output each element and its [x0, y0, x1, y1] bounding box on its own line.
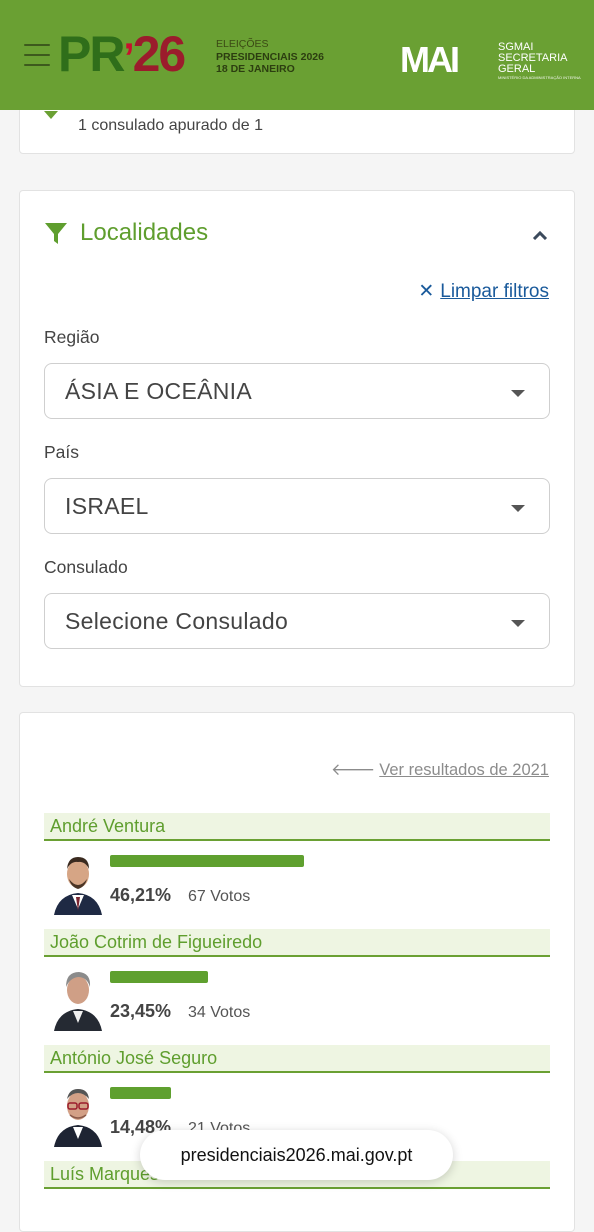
vote-share-bar — [110, 855, 304, 867]
candidate-photo — [52, 965, 104, 1031]
consulate-select-value: Selecione Consulado — [65, 608, 289, 634]
country-select[interactable]: ISRAEL — [44, 478, 550, 534]
country-label: País — [44, 442, 80, 462]
filter-title: Localidades — [80, 219, 209, 246]
vote-share-bar — [110, 971, 208, 983]
sgmai-logo-text: SGMAI SECRETARIA GERAL MINISTÉRIO DA ADM… — [498, 41, 581, 81]
chevron-down-icon — [511, 620, 525, 627]
pr26-logo[interactable]: PR’26 — [58, 26, 186, 86]
election-date: 18 DE JANEIRO — [216, 63, 295, 75]
arrow-left-icon: 🡐 — [331, 761, 376, 779]
country-select-value: ISRAEL — [65, 493, 149, 519]
filter-icon — [44, 221, 68, 250]
region-select-value: ÁSIA E OCEÂNIA — [65, 378, 252, 404]
mai-logo[interactable]: MAI — [400, 42, 460, 78]
consulate-select[interactable]: Selecione Consulado — [44, 593, 550, 649]
vote-count: 34 Votos — [188, 1004, 251, 1021]
candidate-row: João Cotrim de Figueiredo 23,45% 34 Voto… — [44, 929, 550, 1031]
election-title: PRESIDENCIAIS 2026 — [216, 50, 324, 63]
chevron-down-icon — [511, 505, 525, 512]
consulate-label: Consulado — [44, 557, 128, 577]
election-info: ELEIÇÕES PRESIDENCIAIS 2026 18 DE JANEIR… — [216, 38, 324, 76]
marker-icon — [44, 111, 58, 119]
candidate-name: João Cotrim de Figueiredo — [44, 929, 550, 957]
candidate-name: André Ventura — [44, 813, 550, 841]
candidate-name: António José Seguro — [44, 1045, 550, 1073]
candidate-photo — [52, 849, 104, 915]
locations-filter-card: Localidades ✕ Limpar filtros Região ÁSIA … — [19, 190, 575, 687]
candidate-photo — [52, 1081, 104, 1147]
chevron-down-icon — [511, 390, 525, 397]
candidate-row: António José Seguro 14,48% 21 Votos — [44, 1045, 550, 1147]
collapse-chevron-icon[interactable] — [532, 227, 548, 245]
close-icon: ✕ — [418, 281, 435, 302]
vote-count: 67 Votos — [188, 888, 251, 905]
vote-percentage: 46,21% — [110, 885, 172, 905]
election-label: ELEIÇÕES — [216, 38, 269, 50]
region-select[interactable]: ÁSIA E OCEÂNIA — [44, 363, 550, 419]
menu-icon[interactable] — [24, 44, 50, 68]
vote-share-bar — [110, 1087, 171, 1099]
site-header: PR’26 ELEIÇÕES PRESIDENCIAIS 2026 18 DE … — [0, 0, 594, 110]
clear-filters-link[interactable]: ✕ Limpar filtros — [418, 280, 549, 303]
consulates-counted-text: 1 consulado apurado de 1 — [78, 117, 264, 134]
browser-url-bar[interactable]: presidenciais2026.mai.gov.pt — [140, 1130, 453, 1180]
candidate-row: André Ventura 46,21% 67 Votos — [44, 813, 550, 915]
previous-results-link[interactable]: 🡐 Ver resultados de 2021 — [331, 759, 549, 780]
vote-percentage: 23,45% — [110, 1001, 172, 1021]
region-label: Região — [44, 327, 100, 347]
